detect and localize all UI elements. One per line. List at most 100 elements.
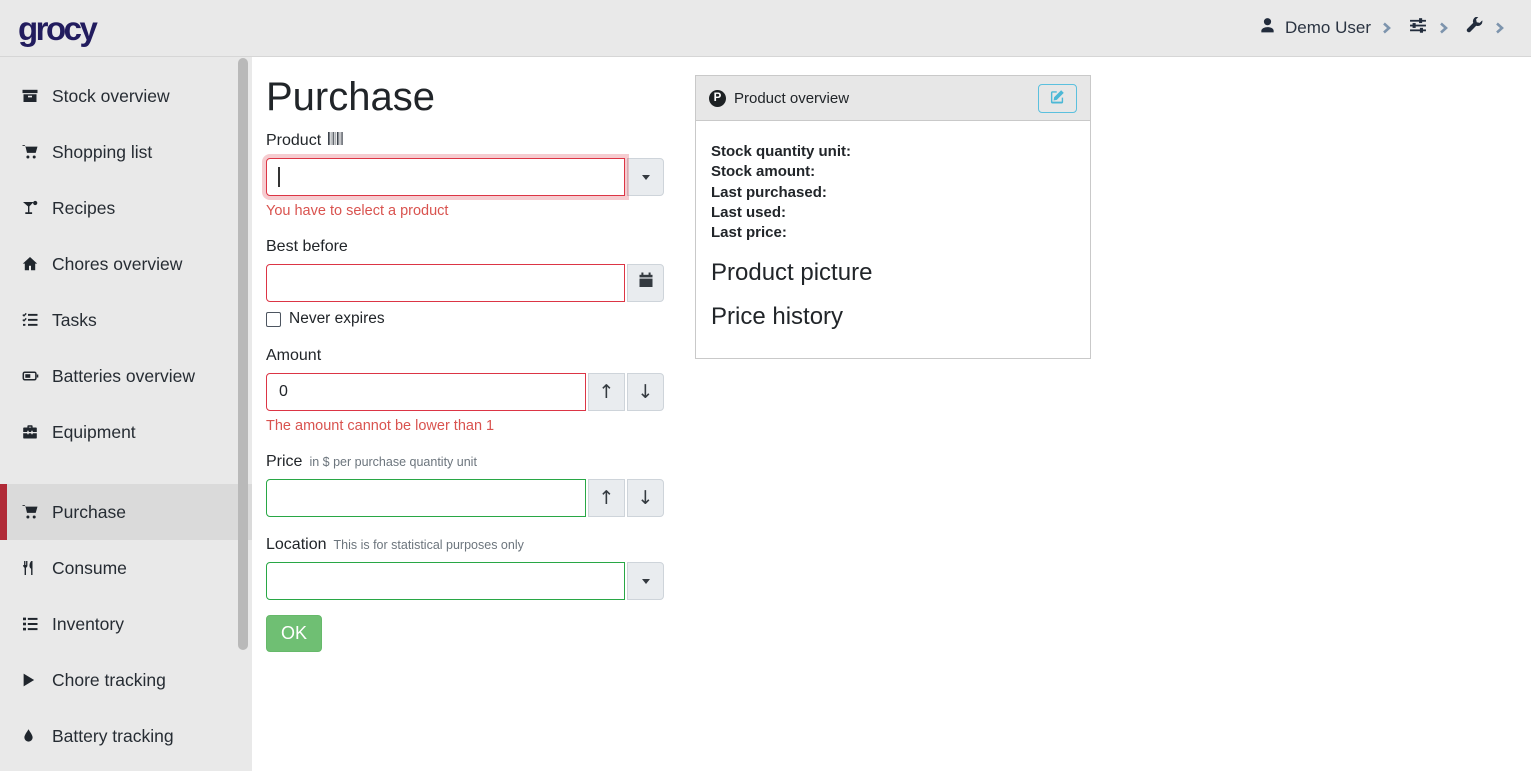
- tasks-icon: [21, 312, 44, 328]
- sidebar-item-consume[interactable]: Consume: [0, 540, 252, 596]
- price-input[interactable]: [266, 479, 586, 517]
- wrench-icon: [1465, 17, 1484, 39]
- user-menu[interactable]: Demo User: [1259, 17, 1392, 39]
- amount-input[interactable]: [266, 373, 586, 411]
- shopping-cart-icon: [21, 144, 44, 160]
- sidebar-item-batteries-overview[interactable]: Batteries overview: [0, 348, 252, 404]
- product-icon: P: [709, 90, 726, 107]
- stock-quantity-unit-field: Stock quantity unit:: [711, 142, 1075, 162]
- page-title: Purchase: [266, 75, 664, 119]
- panel-header: P Product overview: [696, 76, 1090, 121]
- sidebar-item-chores-overview[interactable]: Chores overview: [0, 236, 252, 292]
- product-error-message: You have to select a product: [266, 203, 664, 219]
- tint-icon: [21, 728, 44, 744]
- cocktail-icon: [21, 200, 44, 216]
- settings-menu[interactable]: [1408, 17, 1449, 39]
- product-input[interactable]: [266, 158, 625, 196]
- price-history-heading: Price history: [711, 303, 1075, 332]
- sidebar-item-purchase[interactable]: Purchase: [0, 484, 252, 540]
- location-label: Location: [266, 536, 327, 554]
- sidebar-item-inventory[interactable]: Inventory: [0, 596, 252, 652]
- home-icon: [21, 256, 44, 272]
- arrow-down-icon: ↓: [638, 383, 654, 402]
- last-price-field: Last price:: [711, 223, 1075, 243]
- arrow-up-icon: ↑: [599, 383, 615, 402]
- product-form-group: Product: [266, 132, 664, 219]
- stock-amount-field: Stock amount:: [711, 162, 1075, 182]
- play-icon: [21, 672, 44, 688]
- location-input[interactable]: [266, 562, 625, 600]
- best-before-label: Best before: [266, 238, 348, 256]
- caret-down-icon: [642, 175, 650, 180]
- panel-title: Product overview: [734, 90, 849, 107]
- price-form-group: Price in $ per purchase quantity unit ↑ …: [266, 453, 664, 517]
- sidebar-item-recipes[interactable]: Recipes: [0, 180, 252, 236]
- caret-down-icon: [642, 579, 650, 584]
- user-icon: [1259, 17, 1276, 39]
- sidebar-item-label: Batteries overview: [52, 366, 195, 387]
- sidebar-item-label: Chores overview: [52, 254, 182, 275]
- app-logo[interactable]: grocy: [18, 12, 95, 45]
- arrow-up-icon: ↑: [599, 489, 615, 508]
- never-expires-checkbox[interactable]: [266, 312, 281, 327]
- sidebar-item-label: Shopping list: [52, 142, 152, 163]
- amount-label: Amount: [266, 347, 321, 365]
- chevron-right-icon: [1493, 21, 1505, 35]
- best-before-form-group: Best before Never expires: [266, 238, 664, 328]
- barcode-icon: [328, 132, 343, 150]
- list-icon: [21, 616, 44, 632]
- never-expires-checkbox-row[interactable]: Never expires: [266, 310, 664, 328]
- app-header: grocy Demo User: [0, 0, 1531, 57]
- sidebar: Stock overview Shopping list Recipes Cho…: [0, 57, 252, 771]
- sidebar-item-label: Inventory: [52, 614, 124, 635]
- price-hint: in $ per purchase quantity unit: [309, 455, 476, 469]
- amount-error-message: The amount cannot be lower than 1: [266, 418, 664, 434]
- sidebar-item-battery-tracking[interactable]: Battery tracking: [0, 708, 252, 764]
- ok-button[interactable]: OK: [266, 615, 322, 652]
- arrow-down-icon: ↓: [638, 489, 654, 508]
- edit-icon: [1050, 89, 1065, 107]
- price-increase-button[interactable]: ↑: [588, 479, 625, 517]
- battery-icon: [21, 368, 44, 384]
- main-content: Purchase Product: [252, 57, 1531, 771]
- price-decrease-button[interactable]: ↓: [627, 479, 664, 517]
- location-form-group: Location This is for statistical purpose…: [266, 536, 664, 600]
- admin-menu[interactable]: [1465, 17, 1505, 39]
- product-dropdown-button[interactable]: [627, 158, 664, 196]
- product-picture-heading: Product picture: [711, 259, 1075, 288]
- amount-increase-button[interactable]: ↑: [588, 373, 625, 411]
- chevron-right-icon: [1437, 21, 1449, 35]
- amount-decrease-button[interactable]: ↓: [627, 373, 664, 411]
- sidebar-item-tasks[interactable]: Tasks: [0, 292, 252, 348]
- panel-body: Stock quantity unit: Stock amount: Last …: [696, 121, 1090, 358]
- sidebar-scrollbar[interactable]: [238, 58, 248, 650]
- best-before-input[interactable]: [266, 264, 625, 302]
- sidebar-item-chore-tracking[interactable]: Chore tracking: [0, 652, 252, 708]
- location-dropdown-button[interactable]: [627, 562, 664, 600]
- sidebar-item-label: Consume: [52, 558, 127, 579]
- sidebar-item-label: Purchase: [52, 502, 126, 523]
- location-hint: This is for statistical purposes only: [334, 538, 524, 552]
- price-label: Price: [266, 453, 302, 471]
- utensils-icon: [21, 560, 44, 576]
- product-label: Product: [266, 132, 321, 150]
- user-name: Demo User: [1285, 18, 1371, 38]
- sidebar-item-shopping-list[interactable]: Shopping list: [0, 124, 252, 180]
- sidebar-item-label: Tasks: [52, 310, 97, 331]
- sidebar-item-stock-overview[interactable]: Stock overview: [0, 68, 252, 124]
- text-cursor: [278, 167, 280, 187]
- calendar-button[interactable]: [627, 264, 664, 302]
- sidebar-item-label: Recipes: [52, 198, 115, 219]
- sidebar-item-equipment[interactable]: Equipment: [0, 404, 252, 460]
- shopping-cart-icon: [21, 504, 44, 520]
- never-expires-label: Never expires: [289, 310, 385, 328]
- sidebar-item-label: Battery tracking: [52, 726, 174, 747]
- sidebar-item-label: Equipment: [52, 422, 136, 443]
- calendar-icon: [638, 272, 654, 294]
- chevron-right-icon: [1380, 21, 1392, 35]
- last-used-field: Last used:: [711, 203, 1075, 223]
- sliders-icon: [1408, 17, 1428, 39]
- sidebar-item-label: Stock overview: [52, 86, 170, 107]
- boxes-icon: [21, 88, 44, 104]
- edit-product-button[interactable]: [1038, 84, 1077, 113]
